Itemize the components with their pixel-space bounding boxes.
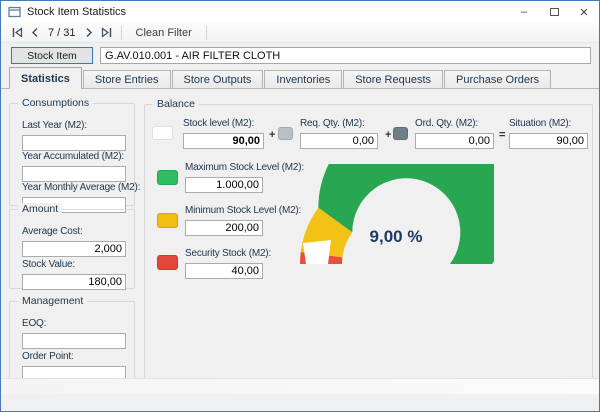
plus-operator: + <box>385 129 392 141</box>
tab-store-entries[interactable]: Store Entries <box>82 70 171 89</box>
security-stock-swatch <box>157 255 178 270</box>
security-stock-field[interactable] <box>185 263 263 279</box>
req-qty-field[interactable] <box>300 133 378 149</box>
tab-store-outputs[interactable]: Store Outputs <box>171 70 264 89</box>
group-title: Consumptions <box>18 97 94 109</box>
ord-qty-swatch <box>393 127 408 140</box>
consumptions-group: Consumptions Last Year (M2): Year Accumu… <box>9 97 140 213</box>
stock-item-row: Stock Item <box>1 43 599 67</box>
minimum-stock-label: Minimum Stock Level (M2): <box>185 205 302 216</box>
titlebar: Stock Item Statistics – ✕ <box>1 1 599 23</box>
stock-level-swatch <box>152 126 173 140</box>
toolbar-separator <box>120 25 122 40</box>
next-record-icon[interactable] <box>80 24 98 42</box>
security-stock-label: Security Stock (M2): <box>185 248 272 259</box>
first-record-icon[interactable] <box>8 24 26 42</box>
equals-operator: = <box>499 129 506 141</box>
toolbar-separator <box>205 25 207 40</box>
svg-text:9,00 %: 9,00 % <box>370 227 423 246</box>
tab-store-requests[interactable]: Store Requests <box>343 70 444 89</box>
record-navigator: 7 / 31 Clean Filter <box>1 23 599 43</box>
situation-field[interactable] <box>509 133 588 149</box>
window-title: Stock Item Statistics <box>27 6 127 18</box>
record-counter: 7 / 31 <box>48 26 76 39</box>
minimize-icon[interactable]: – <box>509 2 539 23</box>
group-title: Management <box>18 295 88 307</box>
clean-filter-button[interactable]: Clean Filter <box>127 24 201 42</box>
maximum-stock-field[interactable] <box>185 177 263 193</box>
previous-record-icon[interactable] <box>26 24 44 42</box>
maximum-stock-label: Maximum Stock Level (M2): <box>185 162 304 173</box>
management-group: Management EOQ: Order Point: <box>9 295 135 382</box>
req-qty-swatch <box>278 127 293 140</box>
eoq-label: EOQ: <box>22 318 47 329</box>
balance-group: Balance Stock level (M2): + Req. Qty. (M… <box>144 98 593 381</box>
stock-level-field[interactable] <box>183 133 264 149</box>
app-icon <box>8 6 21 18</box>
stock-value-label: Stock Value: <box>22 259 76 270</box>
minimum-stock-field[interactable] <box>185 220 263 236</box>
stock-item-button[interactable]: Stock Item <box>11 47 93 64</box>
maximum-stock-swatch <box>157 170 178 185</box>
ord-qty-field[interactable] <box>415 133 494 149</box>
maximize-icon[interactable] <box>539 2 569 23</box>
last-record-icon[interactable] <box>98 24 116 42</box>
tab-inventories[interactable]: Inventories <box>264 70 343 89</box>
tab-purchase-orders[interactable]: Purchase Orders <box>444 70 552 89</box>
statistics-panel: Consumptions Last Year (M2): Year Accumu… <box>1 88 599 394</box>
plus-operator: + <box>269 129 276 141</box>
status-strip <box>1 378 599 394</box>
minimum-stock-swatch <box>157 213 178 228</box>
group-title: Amount <box>18 203 63 215</box>
stock-gauge: 9,00 % <box>298 164 494 268</box>
group-title: Balance <box>153 98 199 110</box>
amount-group: Amount Average Cost: Stock Value: <box>9 203 135 290</box>
last-year-label: Last Year (M2): <box>22 120 87 131</box>
tab-statistics[interactable]: Statistics <box>9 67 82 90</box>
app-window: Stock Item Statistics – ✕ 7 / 31 Clean F… <box>0 0 600 412</box>
req-qty-label: Req. Qty. (M2): <box>300 118 365 129</box>
ord-qty-label: Ord. Qty. (M2): <box>415 118 478 129</box>
stock-level-label: Stock level (M2): <box>183 118 255 129</box>
stock-item-input[interactable] <box>100 47 591 64</box>
year-monthly-average-label: Year Monthly Average (M2): <box>22 182 141 193</box>
stock-value-field[interactable] <box>22 274 126 290</box>
average-cost-label: Average Cost: <box>22 226 83 237</box>
situation-label: Situation (M2): <box>509 118 572 129</box>
close-icon[interactable]: ✕ <box>569 2 599 23</box>
tabstrip: Statistics Store Entries Store Outputs I… <box>1 67 599 90</box>
year-accumulated-label: Year Accumulated (M2): <box>22 151 124 162</box>
order-point-label: Order Point: <box>22 351 74 362</box>
